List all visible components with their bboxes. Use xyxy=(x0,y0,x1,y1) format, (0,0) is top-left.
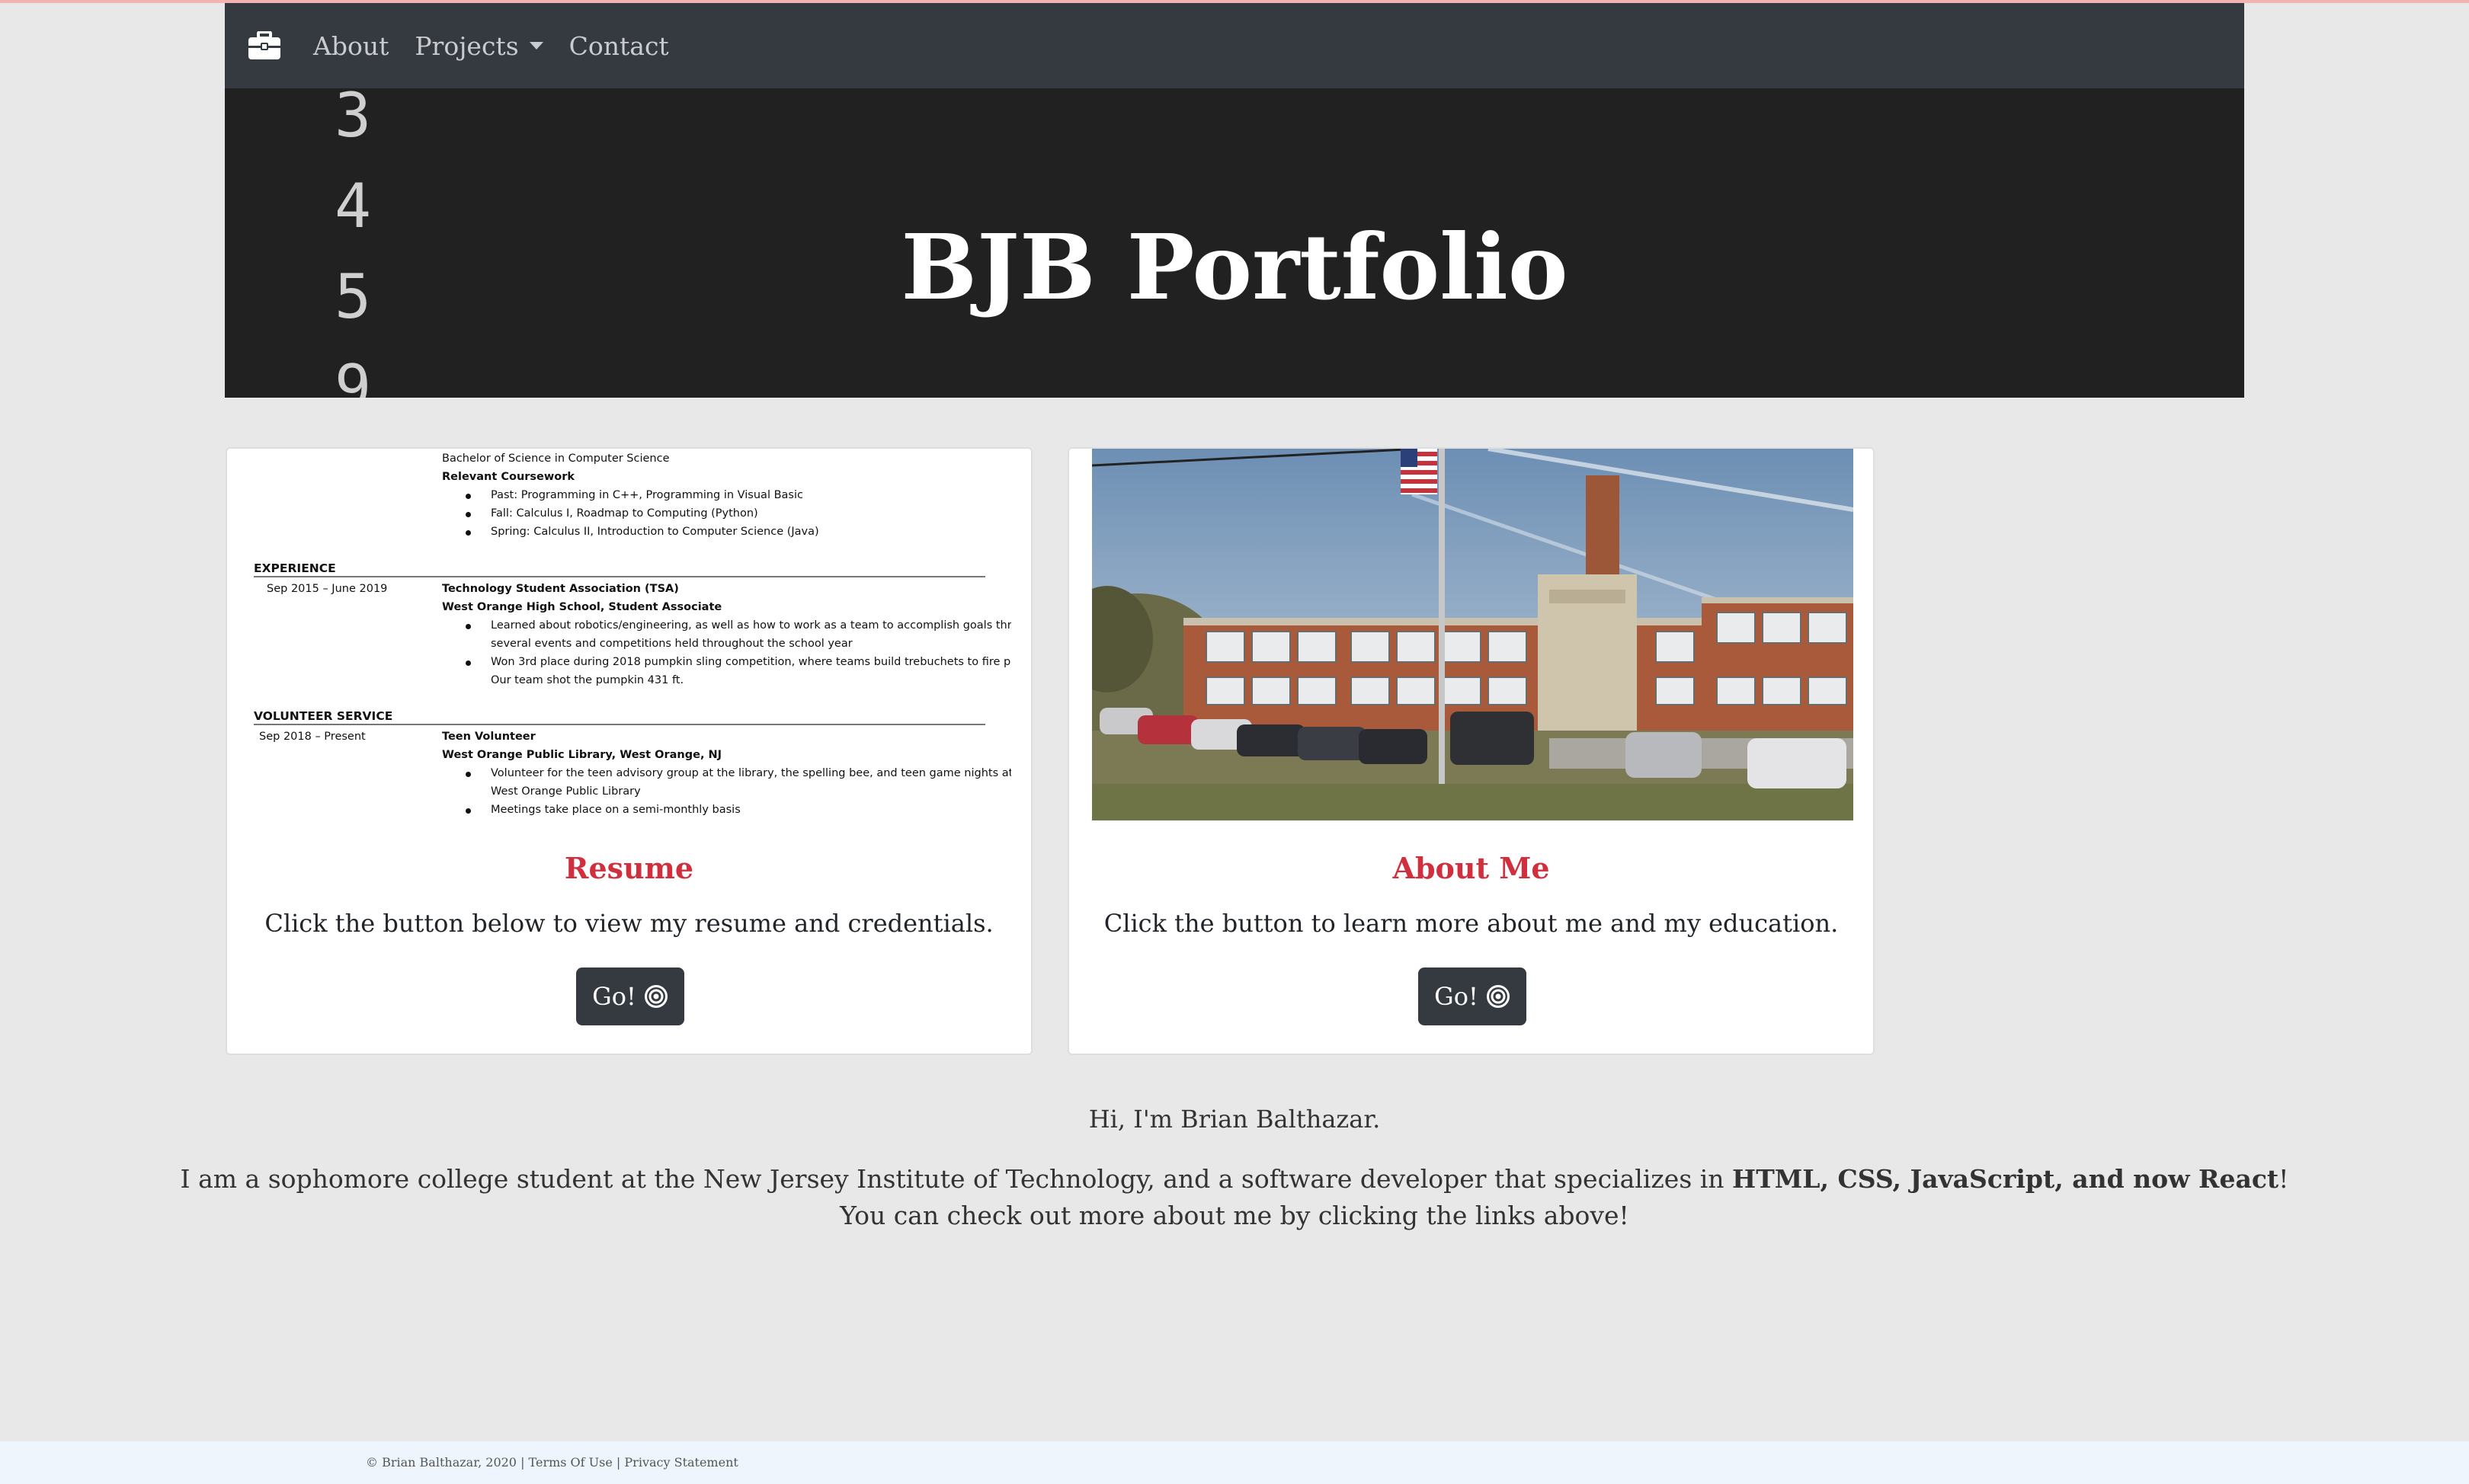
resume-exp-org: Technology Student Association (TSA) xyxy=(442,583,679,595)
resume-exp-dates: Sep 2015 – June 2019 xyxy=(267,583,388,595)
bullet xyxy=(466,772,471,777)
resume-vol-bullet: Meetings take place on a semi-monthly ba… xyxy=(491,804,741,816)
resume-exp-bullet: Our team shot the pumpkin 431 ft. xyxy=(491,674,684,686)
card-text: Click the button below to view my resume… xyxy=(264,909,994,938)
briefcase-icon[interactable] xyxy=(248,30,283,61)
navbar: About Projects Contact xyxy=(225,3,2244,88)
nav-about[interactable]: About xyxy=(313,31,389,61)
bullet xyxy=(466,808,471,814)
resume-exp-bullet: Won 3rd place during 2018 pumpkin sling … xyxy=(491,656,1011,668)
resume-vol-bullet: West Orange Public Library xyxy=(491,785,641,798)
intro-greeting: Hi, I'm Brian Balthazar. xyxy=(1088,1105,1381,1134)
divider xyxy=(254,724,985,725)
resume-degree: Bachelor of Science in Computer Science xyxy=(442,453,670,465)
page-title: BJB Portfolio xyxy=(901,214,1568,320)
intro-skills: HTML, CSS, JavaScript, and now React xyxy=(1732,1164,2279,1194)
intro-paragraph-line1: I am a sophomore college student at the … xyxy=(0,1164,2469,1194)
go-button-label: Go! xyxy=(1434,982,1478,1011)
go-button-label: Go! xyxy=(592,982,636,1011)
nav-projects-label: Projects xyxy=(415,30,519,61)
about-go-button[interactable]: Go! xyxy=(1418,967,1526,1025)
bullet xyxy=(466,494,471,499)
bullet xyxy=(466,530,471,536)
chevron-down-icon xyxy=(529,42,543,50)
bullseye-icon xyxy=(644,985,668,1008)
footer: © Brian Balthazar, 2020 | Terms Of Use |… xyxy=(0,1441,2469,1484)
resume-coursework-item: Past: Programming in C++, Programming in… xyxy=(491,489,803,501)
nav-contact[interactable]: Contact xyxy=(569,31,669,61)
bullseye-icon xyxy=(1486,985,1510,1008)
card-title: Resume xyxy=(564,851,694,885)
bullet xyxy=(466,512,471,517)
resume-vol-dates: Sep 2018 – Present xyxy=(259,731,366,743)
resume-vol-org: West Orange Public Library, West Orange,… xyxy=(442,749,722,761)
resume-go-button[interactable]: Go! xyxy=(576,967,684,1025)
hero-digit: 9 xyxy=(335,352,372,398)
nav-projects-dropdown[interactable]: Projects xyxy=(415,31,543,61)
intro-text: I am a sophomore college student at the … xyxy=(180,1164,1733,1194)
card-title: About Me xyxy=(1392,851,1550,885)
about-card: About Me Click the button to learn more … xyxy=(1068,447,1875,1055)
resume-coursework-item: Spring: Calculus II, Introduction to Com… xyxy=(491,526,819,538)
resume-exp-role: West Orange High School, Student Associa… xyxy=(442,601,722,613)
hero-banner: 3 4 5 9 BJB Portfolio xyxy=(225,88,2244,398)
resume-volunteer-heading: VOLUNTEER SERVICE xyxy=(254,709,393,723)
bullet xyxy=(466,660,471,666)
resume-card: Bachelor of Science in Computer Science … xyxy=(226,447,1033,1055)
resume-experience-heading: EXPERIENCE xyxy=(254,561,336,575)
resume-preview-image: Bachelor of Science in Computer Science … xyxy=(250,449,1011,820)
resume-exp-bullet: Learned about robotics/engineering, as w… xyxy=(491,619,1011,632)
header-container: About Projects Contact 3 4 5 9 BJB Portf… xyxy=(225,3,2244,398)
divider xyxy=(254,576,985,577)
intro-paragraph-line2: You can check out more about me by click… xyxy=(840,1201,1629,1230)
card-text: Click the button to learn more about me … xyxy=(1103,909,1839,938)
resume-vol-bullet: Volunteer for the teen advisory group at… xyxy=(491,767,1011,779)
resume-coursework-item: Fall: Calculus I, Roadmap to Computing (… xyxy=(491,507,758,520)
resume-exp-bullet: several events and competitions held thr… xyxy=(491,638,853,650)
intro-text: ! xyxy=(2278,1164,2289,1194)
hero-digit: 3 xyxy=(335,88,372,151)
resume-vol-title: Teen Volunteer xyxy=(442,731,536,743)
bullet xyxy=(466,624,471,629)
resume-coursework-heading: Relevant Coursework xyxy=(442,471,575,483)
school-photo xyxy=(1092,449,1853,820)
footer-text: © Brian Balthazar, 2020 | Terms Of Use |… xyxy=(366,1455,738,1470)
